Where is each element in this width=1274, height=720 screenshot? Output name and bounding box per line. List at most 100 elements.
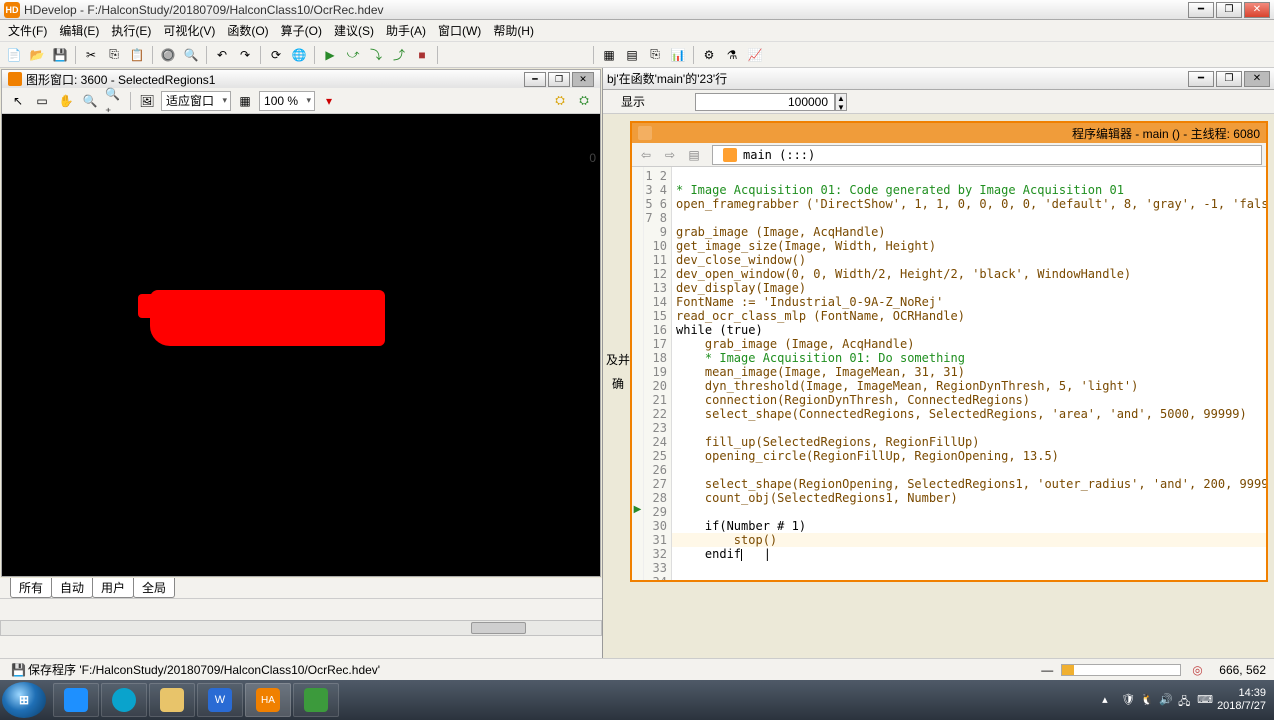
tray-shield-icon[interactable]: 🛡 [1121,693,1135,707]
selected-region-blob-tail [138,294,163,318]
tray-icons[interactable]: ▴ 🛡 🐧 🔊 🖧 ⌨ [1102,693,1211,707]
menu-window[interactable]: 窗口(W) [432,20,487,41]
task-explorer[interactable] [149,683,195,717]
lamp-yellow-icon[interactable]: ⛭ [550,91,570,111]
menu-edit[interactable]: 编辑(E) [53,20,105,41]
zoom-in-tool[interactable]: 🔍₊ [104,91,124,111]
maximize-button[interactable]: ❐ [1216,2,1242,18]
open-button[interactable]: 📂 [27,45,47,65]
task-hdevelop[interactable]: HA [245,683,291,717]
gfx-close-button[interactable]: ✕ [572,72,594,87]
menu-operators[interactable]: 函数(O) [221,20,274,41]
menu-visualize[interactable]: 可视化(V) [157,20,221,41]
assist-2-button[interactable]: ⚗ [722,45,742,65]
menu-suggestions[interactable]: 建议(S) [328,20,380,41]
window-variable-button[interactable]: ▤ [622,45,642,65]
tray-network-icon[interactable]: 🖧 [1178,693,1192,707]
nav-fwd-button[interactable]: ⇨ [660,145,680,165]
selected-region-blob [150,290,385,346]
color-mode-icon[interactable]: ▾ [319,91,339,111]
menu-assistants[interactable]: 助手(A) [380,20,432,41]
program-editor-icon [638,126,652,140]
window-program-button[interactable]: ⎘ [645,45,665,65]
lamp-green-icon[interactable]: ⛭ [574,91,594,111]
graphics-canvas[interactable] [2,114,600,576]
var-maximize-button[interactable]: ❐ [1216,71,1242,87]
marker-gutter[interactable]: ▶ [632,167,644,580]
select-tool[interactable]: ▭ [32,91,52,111]
tray-volume-icon[interactable]: 🔊 [1159,693,1173,707]
redo-button[interactable]: ↷ [235,45,255,65]
display-label: 显示 [611,91,655,112]
horizontal-scrollbar[interactable] [0,620,602,636]
step-out-button[interactable]: ⤴ [389,45,409,65]
zoom-tool[interactable]: 🔍 [80,91,100,111]
zoom-combo[interactable]: 100 % [259,91,315,111]
graphics-window: 图形窗口: 3600 - SelectedRegions1 ━ ❐ ✕ ↖ ▭ … [1,69,601,577]
app-title: HDevelop - F:/HalconStudy/20180709/Halco… [24,3,1186,17]
hand-tool[interactable]: ✋ [56,91,76,111]
coord-zero-label: 0 [589,151,596,165]
close-button[interactable]: ✕ [1244,2,1270,18]
tab-auto[interactable]: 自动 [51,578,93,598]
procedure-combo[interactable]: main (:::) [712,145,1262,165]
find-button[interactable]: 🔍 [181,45,201,65]
start-button[interactable]: ⊞ [2,682,46,718]
step-over-button[interactable]: ⤻ [343,45,363,65]
cut-button[interactable]: ✂ [81,45,101,65]
histogram-button[interactable]: 📊 [668,45,688,65]
graphics-window-icon [8,72,22,86]
save-button[interactable]: 💾 [50,45,70,65]
code-editor[interactable]: * Image Acquisition 01: Code generated b… [672,167,1266,580]
stop-button[interactable]: ■ [412,45,432,65]
refresh-button[interactable]: ⟳ [266,45,286,65]
gfx-minimize-button[interactable]: ━ [524,72,546,87]
toggle-button-1[interactable]: 🔘 [158,45,178,65]
menu-file[interactable]: 文件(F) [2,20,53,41]
program-editor-window: 程序编辑器 - main () - 主线程: 6080 ⇦ ⇨ ▤ main (… [630,121,1268,582]
tab-all[interactable]: 所有 [10,578,52,598]
nav-back-button[interactable]: ⇦ [636,145,656,165]
image-mode-icon[interactable]: 🖼 [137,91,157,111]
window-controls: ━ ❐ ✕ [1186,2,1270,18]
var-minimize-button[interactable]: ━ [1188,71,1214,87]
pointer-tool[interactable]: ↖ [8,91,28,111]
tray-qq-icon[interactable]: 🐧 [1140,693,1154,707]
new-button[interactable]: 📄 [4,45,24,65]
nav-list-button[interactable]: ▤ [684,145,704,165]
assist-1-button[interactable]: ⚙ [699,45,719,65]
tray-input-icon[interactable]: ⌨ [1197,693,1211,707]
status-target-icon: ◎ [1192,663,1206,677]
status-save-icon: 💾 [11,663,25,677]
var-close-button[interactable]: ✕ [1244,71,1270,87]
undo-button[interactable]: ↶ [212,45,232,65]
menu-help[interactable]: 帮助(H) [487,20,540,41]
fit-mode-combo[interactable]: 适应窗口 [161,91,231,111]
task-media[interactable] [101,683,147,717]
line-number-gutter: 1 2 3 4 5 6 7 8 9 10 11 12 13 14 15 16 1… [644,167,672,580]
copy-button[interactable]: ⎘ [104,45,124,65]
step-into-button[interactable]: ⤵ [366,45,386,65]
gfx-maximize-button[interactable]: ❐ [548,72,570,87]
tab-global[interactable]: 全局 [133,578,175,598]
assist-3-button[interactable]: 📈 [745,45,765,65]
memory-meter [1061,664,1181,676]
paste-button[interactable]: 📋 [127,45,147,65]
run-button[interactable]: ▶ [320,45,340,65]
window-graphics-button[interactable]: ▦ [599,45,619,65]
task-excel[interactable] [293,683,339,717]
menu-execute[interactable]: 执行(E) [105,20,157,41]
tab-user[interactable]: 用户 [92,578,134,598]
minimize-button[interactable]: ━ [1188,2,1214,18]
task-wps[interactable]: W [197,683,243,717]
display-range-max[interactable]: 100000 [695,93,835,111]
world-button[interactable]: 🌐 [289,45,309,65]
menubar: 文件(F) 编辑(E) 执行(E) 可视化(V) 函数(O) 算子(O) 建议(… [0,20,1274,42]
task-ie[interactable] [53,683,99,717]
app-icon: HD [4,2,20,18]
tray-up-icon[interactable]: ▴ [1102,693,1116,707]
variable-window-titlebar: bj'在函数'main'的'23'行 ━ ❐ ✕ [603,68,1274,90]
menu-operator-sets[interactable]: 算子(O) [275,20,328,41]
display-range-max-spin[interactable]: ▲▼ [835,93,847,111]
tray-clock[interactable]: 14:39 2018/7/27 [1217,687,1266,713]
